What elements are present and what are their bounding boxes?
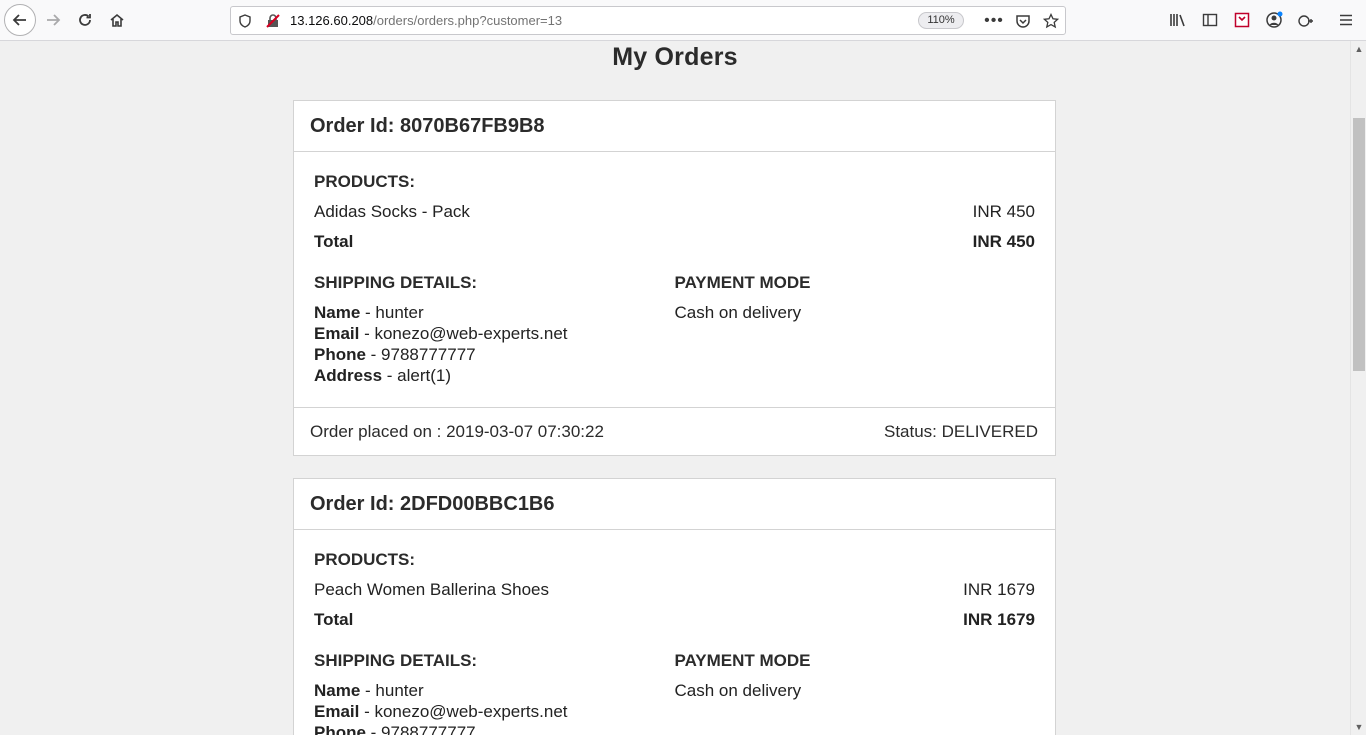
- shipping-label: SHIPPING DETAILS:: [314, 651, 478, 670]
- pocket-icon[interactable]: [1013, 11, 1033, 31]
- reload-icon: [79, 14, 91, 26]
- total-value: INR 1679: [963, 610, 1035, 629]
- arrow-left-icon: [12, 14, 26, 26]
- shipping-name: Name - hunter: [314, 303, 424, 322]
- page-actions-icon[interactable]: •••: [984, 11, 1004, 31]
- payment-mode: PAYMENT MODE Cash on delivery: [675, 651, 1036, 735]
- shipping-details: SHIPPING DETAILS: Name - hunter Email - …: [314, 651, 675, 735]
- order-id: Order Id: 8070B67FB9B8: [294, 101, 1055, 152]
- url-path: /orders/orders.php?customer=13: [373, 13, 563, 28]
- url-bar[interactable]: 13.126.60.208/orders/orders.php?customer…: [230, 6, 1066, 35]
- library-icon[interactable]: [1166, 8, 1190, 32]
- shipping-email: Email - konezo@web-experts.net: [314, 702, 568, 721]
- shipping-phone: Phone - 9788777777: [314, 345, 476, 364]
- url-host: 13.126.60.208: [290, 13, 374, 28]
- payment-mode: PAYMENT MODE Cash on delivery: [675, 273, 1036, 386]
- scroll-thumb[interactable]: [1353, 118, 1365, 371]
- shipping-address: Address - alert(1): [314, 366, 451, 385]
- home-icon: [110, 13, 124, 27]
- total-label: Total: [314, 610, 354, 629]
- arrow-right-icon: [47, 14, 61, 26]
- order-card: Order Id: 2DFD00BBC1B6 PRODUCTS: Peach W…: [293, 478, 1056, 735]
- payment-label: PAYMENT MODE: [674, 651, 811, 670]
- payment-value: Cash on delivery: [674, 303, 802, 322]
- back-button[interactable]: [4, 4, 36, 36]
- total-value: INR 450: [972, 232, 1035, 251]
- page-content: My Orders Order Id: 8070B67FB9B8 PRODUCT…: [0, 41, 1350, 735]
- extension-icon[interactable]: [1294, 8, 1318, 32]
- shipping-name: Name - hunter: [314, 681, 424, 700]
- bookmark-star-icon[interactable]: [1041, 11, 1061, 31]
- scroll-down-arrow-icon[interactable]: ▼: [1351, 719, 1366, 735]
- total-row: Total INR 450: [314, 232, 1035, 254]
- scroll-up-arrow-icon[interactable]: ▲: [1351, 41, 1366, 57]
- vertical-scrollbar[interactable]: ▲ ▼: [1350, 41, 1366, 735]
- order-placed-date: Order placed on : 2019-03-07 07:30:22: [310, 421, 604, 441]
- home-button[interactable]: [102, 5, 132, 35]
- account-icon[interactable]: [1262, 8, 1286, 32]
- shield-icon[interactable]: [235, 11, 255, 31]
- page-title: My Orders: [612, 43, 738, 71]
- shipping-phone: Phone - 9788777777: [314, 723, 476, 735]
- browser-toolbar: 13.126.60.208/orders/orders.php?customer…: [0, 0, 1366, 41]
- total-label: Total: [314, 232, 354, 251]
- sidebar-icon[interactable]: [1198, 8, 1222, 32]
- products-label: PRODUCTS:: [314, 550, 416, 569]
- product-row: Peach Women Ballerina Shoes INR 1679: [314, 580, 1035, 602]
- product-name: Adidas Socks - Pack: [314, 202, 470, 221]
- order-id: Order Id: 2DFD00BBC1B6: [294, 479, 1055, 530]
- order-status: Status: DELIVERED: [883, 421, 1038, 441]
- reload-button[interactable]: [70, 5, 100, 35]
- order-card: Order Id: 8070B67FB9B8 PRODUCTS: Adidas …: [293, 100, 1056, 456]
- product-price: INR 450: [972, 202, 1035, 221]
- product-price: INR 1679: [963, 580, 1035, 599]
- product-name: Peach Women Ballerina Shoes: [314, 580, 549, 599]
- menu-hamburger-icon[interactable]: [1334, 8, 1358, 32]
- payment-value: Cash on delivery: [674, 681, 802, 700]
- products-label: PRODUCTS:: [314, 172, 416, 191]
- insecure-lock-icon[interactable]: [263, 11, 283, 31]
- extension-pocket-red-icon[interactable]: [1230, 8, 1254, 32]
- shipping-email: Email - konezo@web-experts.net: [314, 324, 568, 343]
- shipping-label: SHIPPING DETAILS:: [314, 273, 478, 292]
- url-text[interactable]: 13.126.60.208/orders/orders.php?customer…: [290, 13, 562, 28]
- forward-button[interactable]: [38, 5, 68, 35]
- payment-label: PAYMENT MODE: [674, 273, 811, 292]
- product-row: Adidas Socks - Pack INR 450: [314, 202, 1035, 224]
- order-footer: Order placed on : 2019-03-07 07:30:22 St…: [294, 407, 1055, 455]
- shipping-details: SHIPPING DETAILS: Name - hunter Email - …: [314, 273, 675, 386]
- zoom-level-badge[interactable]: 110%: [918, 12, 964, 29]
- total-row: Total INR 1679: [314, 610, 1035, 632]
